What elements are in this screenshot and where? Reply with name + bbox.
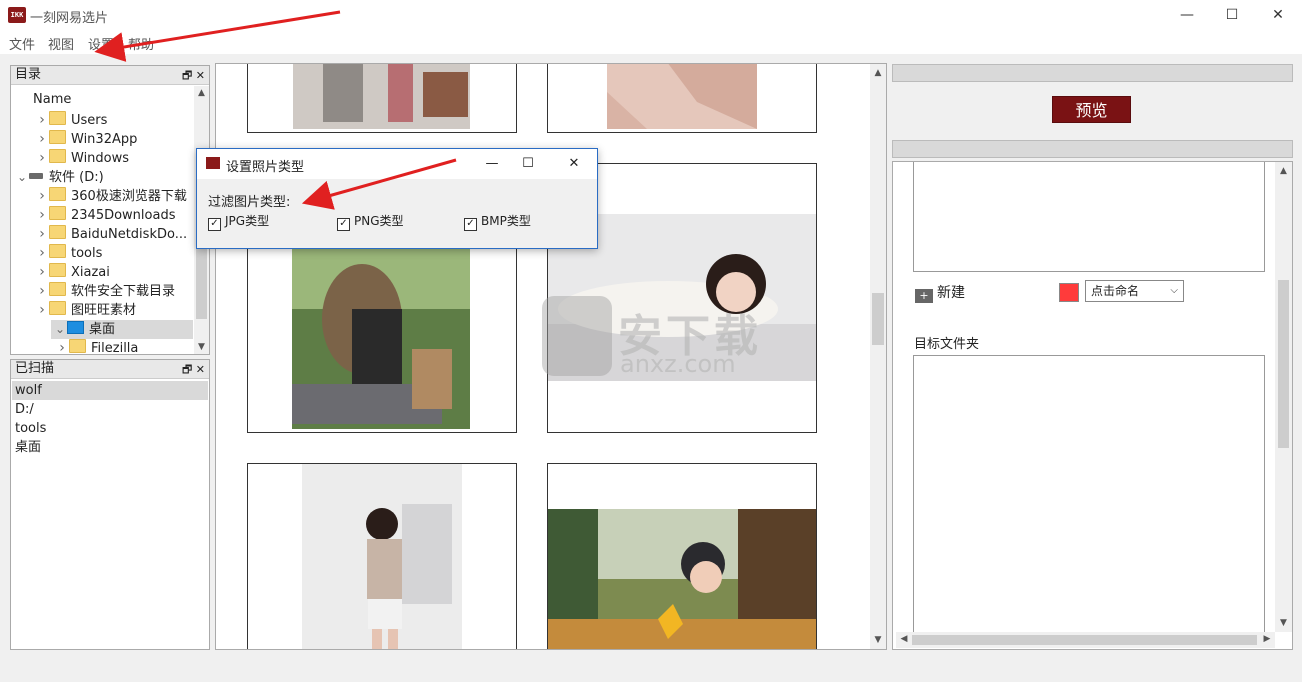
annotation-arrow-2 <box>301 158 457 210</box>
annotation-arrow-1 <box>94 10 341 62</box>
annotation-arrows <box>94 10 457 210</box>
